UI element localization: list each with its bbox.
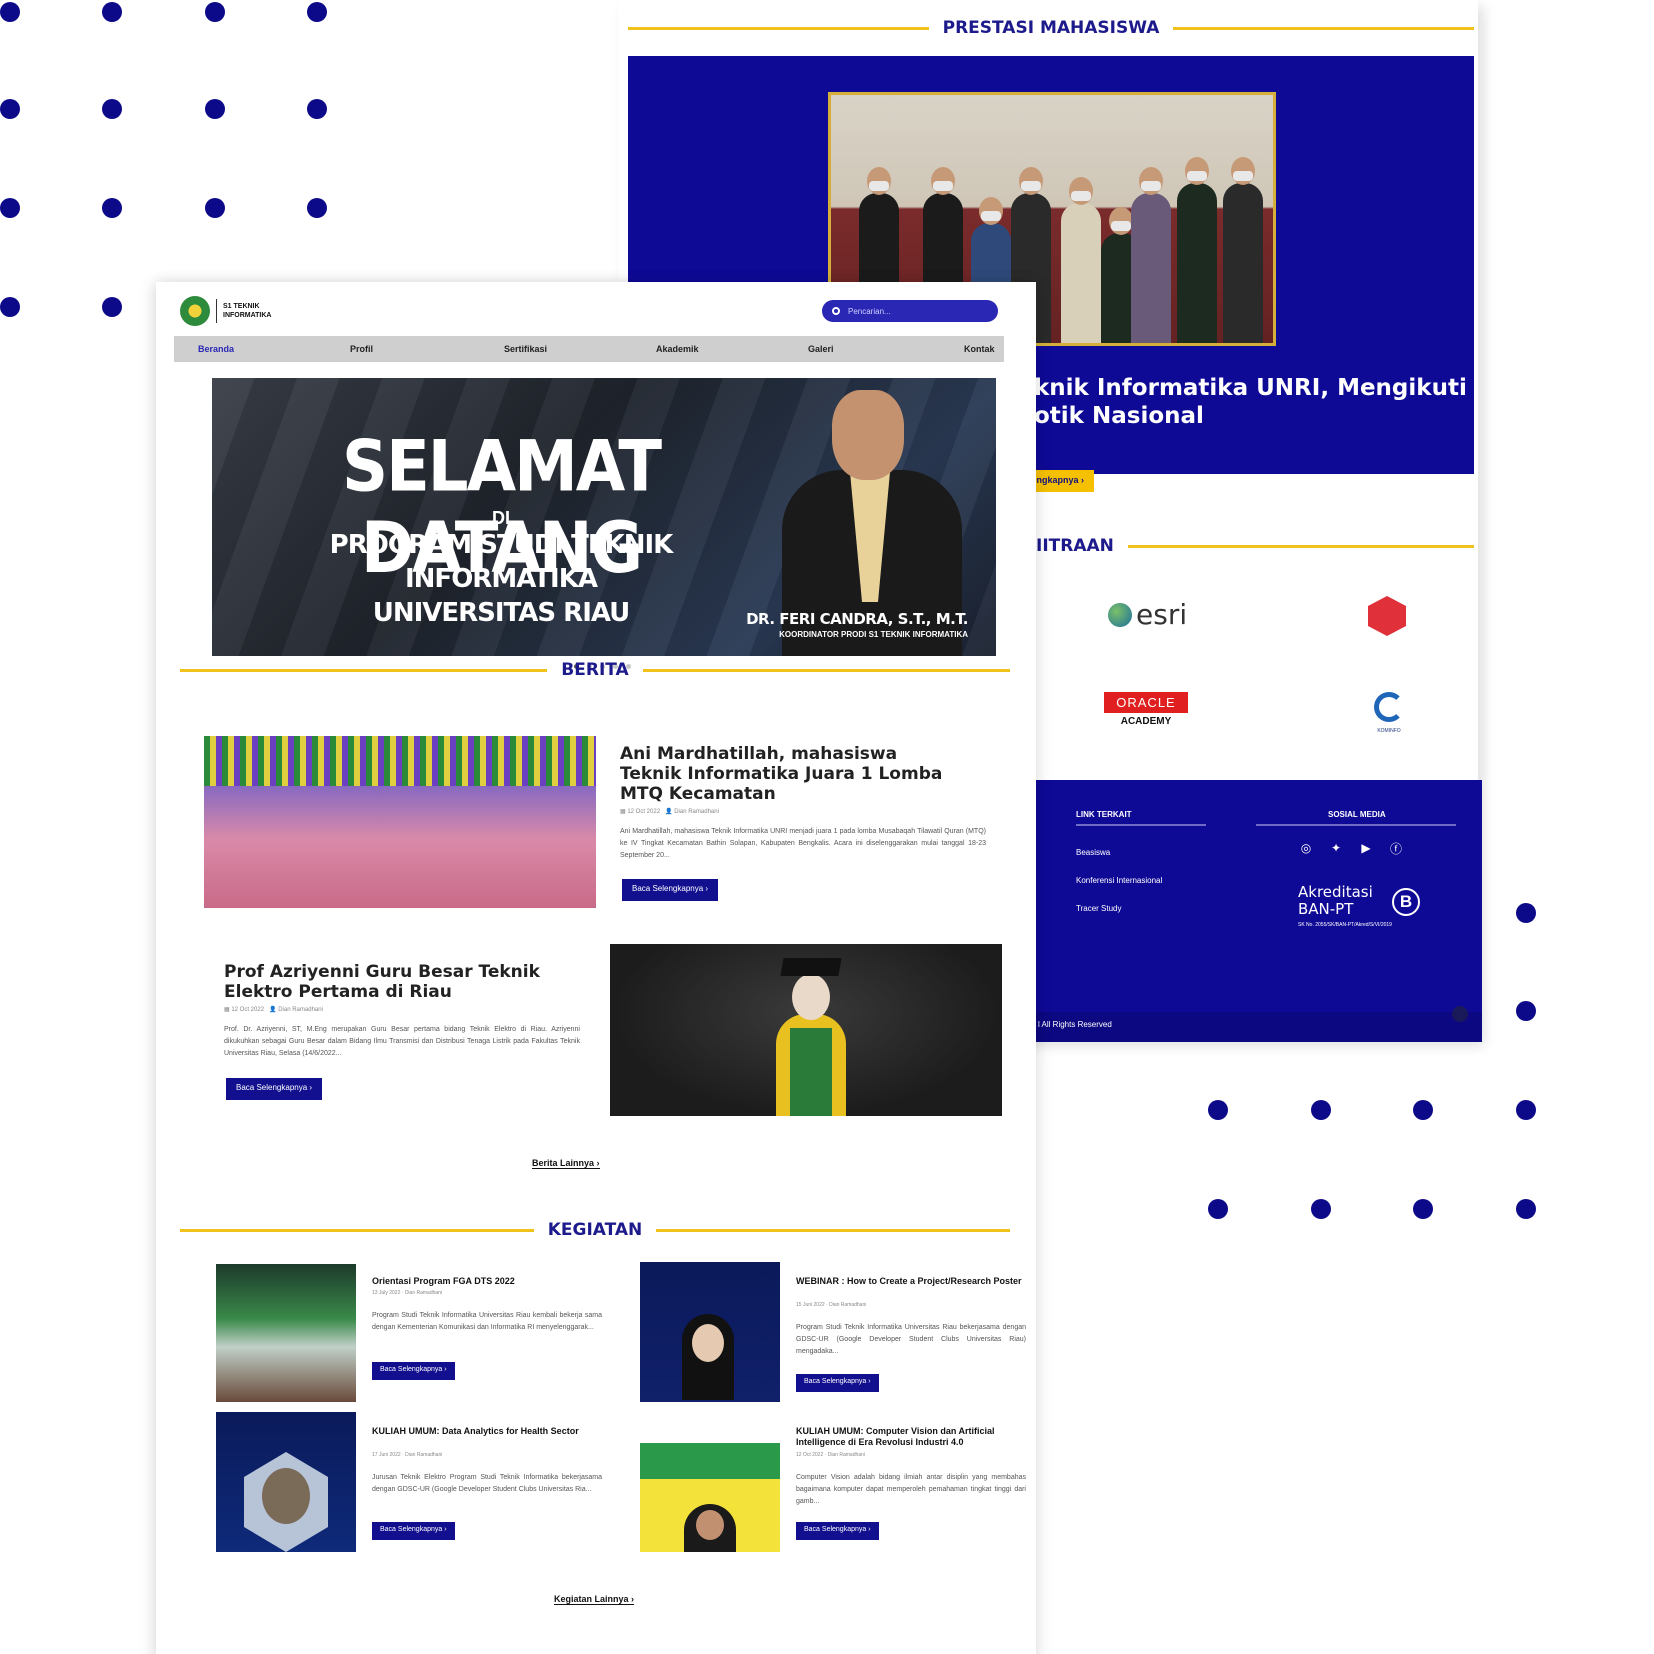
main-nav: Beranda Profil Sertifikasi Akademik Gale… [174, 336, 1004, 362]
hero-di: DI [492, 508, 510, 528]
nav-beranda[interactable]: Beranda [198, 344, 234, 354]
kegiatan-more-link[interactable]: Kegiatan Lainnya › [554, 1594, 635, 1605]
scroll-top-button[interactable] [1452, 1006, 1468, 1022]
red-academy-logo[interactable] [1368, 596, 1406, 636]
nav-kontak[interactable]: Kontak [964, 344, 995, 354]
nav-profil[interactable]: Profil [350, 344, 373, 354]
news-title[interactable]: Ani Mardhatillah, mahasiswa Teknik Infor… [620, 744, 950, 804]
site-footer: LINK TERKAIT Beasiswa Konferensi Interna… [1034, 780, 1482, 1042]
link-heading: LINK TERKAIT [1076, 810, 1132, 819]
kegiatan-title[interactable]: KULIAH UMUM: Computer Vision dan Artific… [796, 1426, 1026, 1448]
nav-sertifikasi[interactable]: Sertifikasi [504, 344, 547, 354]
kegiatan-meta: 12 Oct 2022 · Dian Ramadhani [796, 1452, 865, 1458]
user-icon: 👤 [665, 809, 673, 815]
kegiatan-title[interactable]: Orientasi Program FGA DTS 2022 [372, 1276, 592, 1287]
read-more-button[interactable]: Baca Selengkapnya › [226, 1078, 323, 1100]
footer-link-konferensi[interactable]: Konferensi Internasional [1076, 876, 1162, 885]
kegiatan-title[interactable]: KULIAH UMUM: Data Analytics for Health S… [372, 1426, 602, 1437]
news-meta: ▦ 12 Oct 2022 👤 Dian Ramadhani [620, 809, 719, 815]
site-header: S1 TEKNIK INFORMATIKA Pencarian... [174, 292, 1004, 332]
kegiatan-title[interactable]: WEBINAR : How to Create a Project/Resear… [796, 1276, 1026, 1287]
kegiatan-excerpt: Program Studi Teknik Informatika Univers… [372, 1312, 602, 1331]
hero-subtitle: PROGRAM STUDI TEKNIK INFORMATIKA UNIVERS… [329, 530, 674, 628]
university-emblem-icon [180, 296, 210, 326]
kegiatan-meta: 17 Juni 2022 · Dian Ramadhani [372, 1452, 443, 1458]
read-more-button[interactable]: Baca Selengkapnya › [372, 1522, 455, 1540]
kominfo-label: KOMINFO [1377, 728, 1401, 734]
copyright-text: l All Rights Reserved [1038, 1020, 1112, 1029]
calendar-icon: ▦ [620, 809, 626, 815]
read-more-button[interactable]: Baca Selengkapnya › [622, 879, 719, 901]
read-more-button[interactable]: Baca Selengkapnya › [372, 1362, 455, 1380]
kominfo-logo[interactable] [1374, 692, 1404, 722]
footer-link-beasiswa[interactable]: Beasiswa [1076, 848, 1110, 857]
oracle-academy-logo[interactable]: ORACLE ACADEMY [1104, 692, 1188, 727]
twitter-icon[interactable]: ✦ [1328, 840, 1344, 856]
news-meta: ▦ 12 Oct 2022 👤 Dian Ramadhani [224, 1007, 323, 1013]
hero-role: KOORDINATOR PRODI S1 TEKNIK INFORMATIKA [779, 630, 968, 639]
kegiatan-thumbnail[interactable] [640, 1262, 780, 1402]
instagram-icon[interactable]: ◎ [1298, 840, 1314, 856]
kegiatan-meta: 15 Juni 2022 · Dian Ramadhani [796, 1302, 867, 1308]
social-heading: SOSIAL MEDIA [1328, 810, 1386, 819]
kegiatan-meta: 13 July 2022 · Dian Ramadhani [372, 1290, 443, 1296]
read-more-button[interactable]: Baca Selengkapnya › [796, 1522, 879, 1540]
site-logo[interactable]: S1 TEKNIK INFORMATIKA [180, 296, 271, 326]
kegiatan-excerpt: Computer Vision adalah bidang ilmiah ant… [796, 1474, 1026, 1505]
partner-logos: esri ORACLE ACADEMY KOMINFO [1018, 580, 1478, 740]
news-image-mtq[interactable] [204, 736, 596, 908]
akreditasi-badge: Akreditasi BAN-PT B SK No. 2055/SK/BAN-P… [1298, 884, 1420, 928]
news-excerpt: Ani Mardhatillah, mahasiswa Teknik Infor… [620, 828, 986, 859]
globe-icon [1108, 602, 1132, 627]
footer-link-tracer[interactable]: Tracer Study [1076, 904, 1122, 913]
news-image-professor[interactable] [610, 944, 1002, 1116]
nav-akademik[interactable]: Akademik [656, 344, 699, 354]
user-icon: 👤 [269, 1007, 277, 1013]
kegiatan-excerpt: Jurusan Teknik Elektro Program Studi Tek… [372, 1474, 602, 1493]
berita-heading: BERITA [180, 660, 1011, 680]
kegiatan-thumbnail[interactable] [640, 1412, 780, 1552]
youtube-icon[interactable]: ▶ [1358, 840, 1374, 856]
front-page-screenshot: S1 TEKNIK INFORMATIKA Pencarian... Berand… [156, 282, 1036, 1654]
berita-more-link[interactable]: Berita Lainnya › [532, 1158, 600, 1169]
kegiatan-excerpt: Program Studi Teknik Informatika Univers… [796, 1324, 1026, 1355]
calendar-icon: ▦ [224, 1007, 230, 1013]
news-excerpt: Prof. Dr. Azriyenni, ST, M.Eng merupakan… [224, 1026, 580, 1057]
mitra-heading: IITRAAN [1036, 536, 1474, 556]
search-icon [832, 307, 840, 315]
search-input[interactable]: Pencarian... [822, 300, 998, 322]
kegiatan-heading: KEGIATAN [180, 1220, 1010, 1240]
facebook-icon[interactable]: ⓕ [1388, 840, 1404, 856]
read-more-button[interactable]: Baca Selengkapnya › [796, 1374, 879, 1392]
esri-logo[interactable]: esri [1108, 598, 1187, 631]
prestasi-heading: PRESTASI MAHASISWA [628, 18, 1474, 38]
hero-name: DR. FERI CANDRA, S.T., M.T. [746, 610, 968, 628]
prestasi-title[interactable]: knik Informatika UNRI, Mengikuti otik Na… [1034, 374, 1474, 430]
news-title[interactable]: Prof Azriyenni Guru Besar Teknik Elektro… [224, 962, 574, 1002]
kegiatan-thumbnail[interactable] [216, 1264, 356, 1402]
social-icons: ◎ ✦ ▶ ⓕ [1298, 840, 1404, 856]
hero-slider[interactable]: SELAMAT DATANG DI PROGRAM STUDI TEKNIK I… [212, 378, 996, 656]
kegiatan-thumbnail[interactable] [216, 1412, 356, 1552]
nav-galeri[interactable]: Galeri [808, 344, 834, 354]
